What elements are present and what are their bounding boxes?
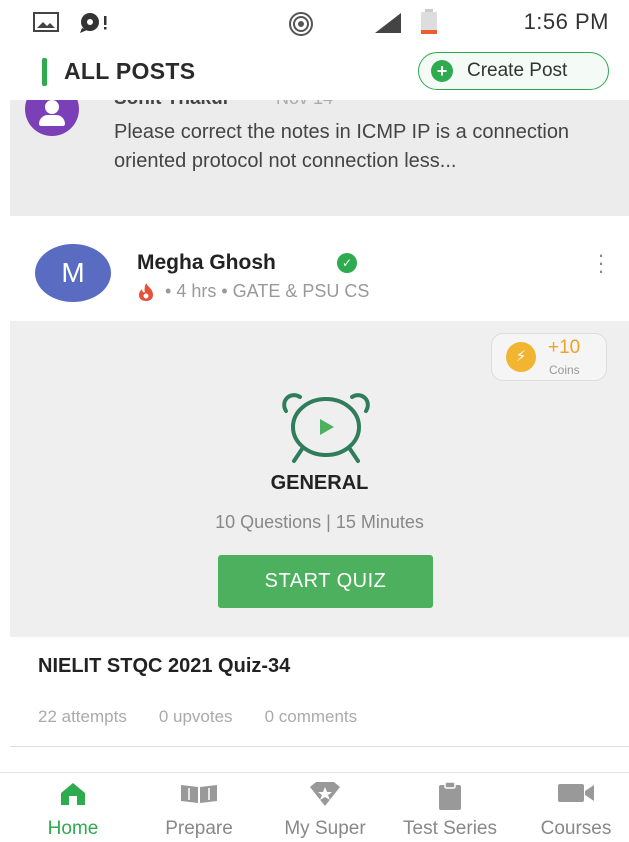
alarm-clock-play-icon [282,393,370,463]
super-badge-icon [310,782,340,806]
post-date: Nov 14 [276,100,333,109]
create-post-label: Create Post [467,60,568,81]
battery-icon [421,9,437,34]
home-icon [61,783,85,805]
nav-test-series[interactable]: Test Series [390,773,510,842]
page-title: ALL POSTS [64,58,196,84]
nav-label: Home [47,818,99,839]
post-author: Sohit Thakur [114,100,230,110]
more-options-icon[interactable]: · · · [596,244,606,282]
post-author-row: M Megha Ghosh ✓ • 4 hrs • GATE & PSU CS … [0,229,629,321]
nav-label: Test Series [403,818,497,839]
quiz-card: ⚡ +10 Coins GENERAL 10 Questions | 15 Mi… [10,321,629,637]
post-card-previous[interactable]: Sohit Thakur Nov 14 Please correct the n… [10,100,629,216]
attempts-count: 22 attempts [38,707,127,726]
quiz-title[interactable]: NIELIT STQC 2021 Quiz-34 [38,655,290,678]
fire-icon [139,282,153,301]
image-notification-icon [33,12,59,32]
avatar[interactable]: M [35,244,111,302]
create-post-button[interactable]: + Create Post [418,52,609,90]
post-time: 4 hrs [176,281,217,301]
status-time: 1:56 PM [523,9,609,34]
chat-notification-icon [80,13,107,33]
plus-icon: + [431,60,453,82]
post-meta: • 4 hrs • GATE & PSU CS [137,281,369,302]
book-icon [181,785,217,803]
quiz-category: GENERAL [270,472,369,494]
nav-label: Prepare [165,818,233,839]
coins-label: Coins [549,363,580,377]
nav-my-super[interactable]: My Super [265,773,385,842]
start-quiz-button[interactable]: START QUIZ [218,555,433,608]
upvotes-count[interactable]: 0 upvotes [159,707,233,727]
nav-home[interactable]: Home [13,773,133,842]
nav-label: My Super [284,818,366,839]
coins-badge: ⚡ +10 Coins [491,333,607,381]
nav-courses[interactable]: Courses [516,773,629,842]
coin-icon: ⚡ [506,342,536,372]
verified-check-icon: ✓ [337,253,357,273]
bottom-nav: Home Prepare My Super Test Series Course… [0,772,629,842]
app-header: ALL POSTS + Create Post [0,44,629,100]
user-avatar-icon [25,100,79,136]
divider [10,746,629,747]
video-camera-icon [558,784,594,802]
coins-value: +10 [548,337,581,358]
clipboard-icon [439,781,461,810]
header-accent-bar [42,58,47,86]
post-stats: 22 attempts 0 upvotes 0 comments [38,707,389,727]
comments-count[interactable]: 0 comments [265,707,358,727]
quiz-info: 10 Questions | 15 Minutes [215,512,424,532]
nav-prepare[interactable]: Prepare [139,773,259,842]
post-community[interactable]: GATE & PSU CS [233,281,370,302]
hotspot-icon [289,12,313,36]
post-text: Please correct the notes in ICMP IP is a… [114,121,570,172]
status-bar: 1:56 PM [0,0,629,44]
signal-icon [375,13,401,33]
nav-label: Courses [540,818,612,839]
post-author[interactable]: Megha Ghosh [137,251,276,275]
